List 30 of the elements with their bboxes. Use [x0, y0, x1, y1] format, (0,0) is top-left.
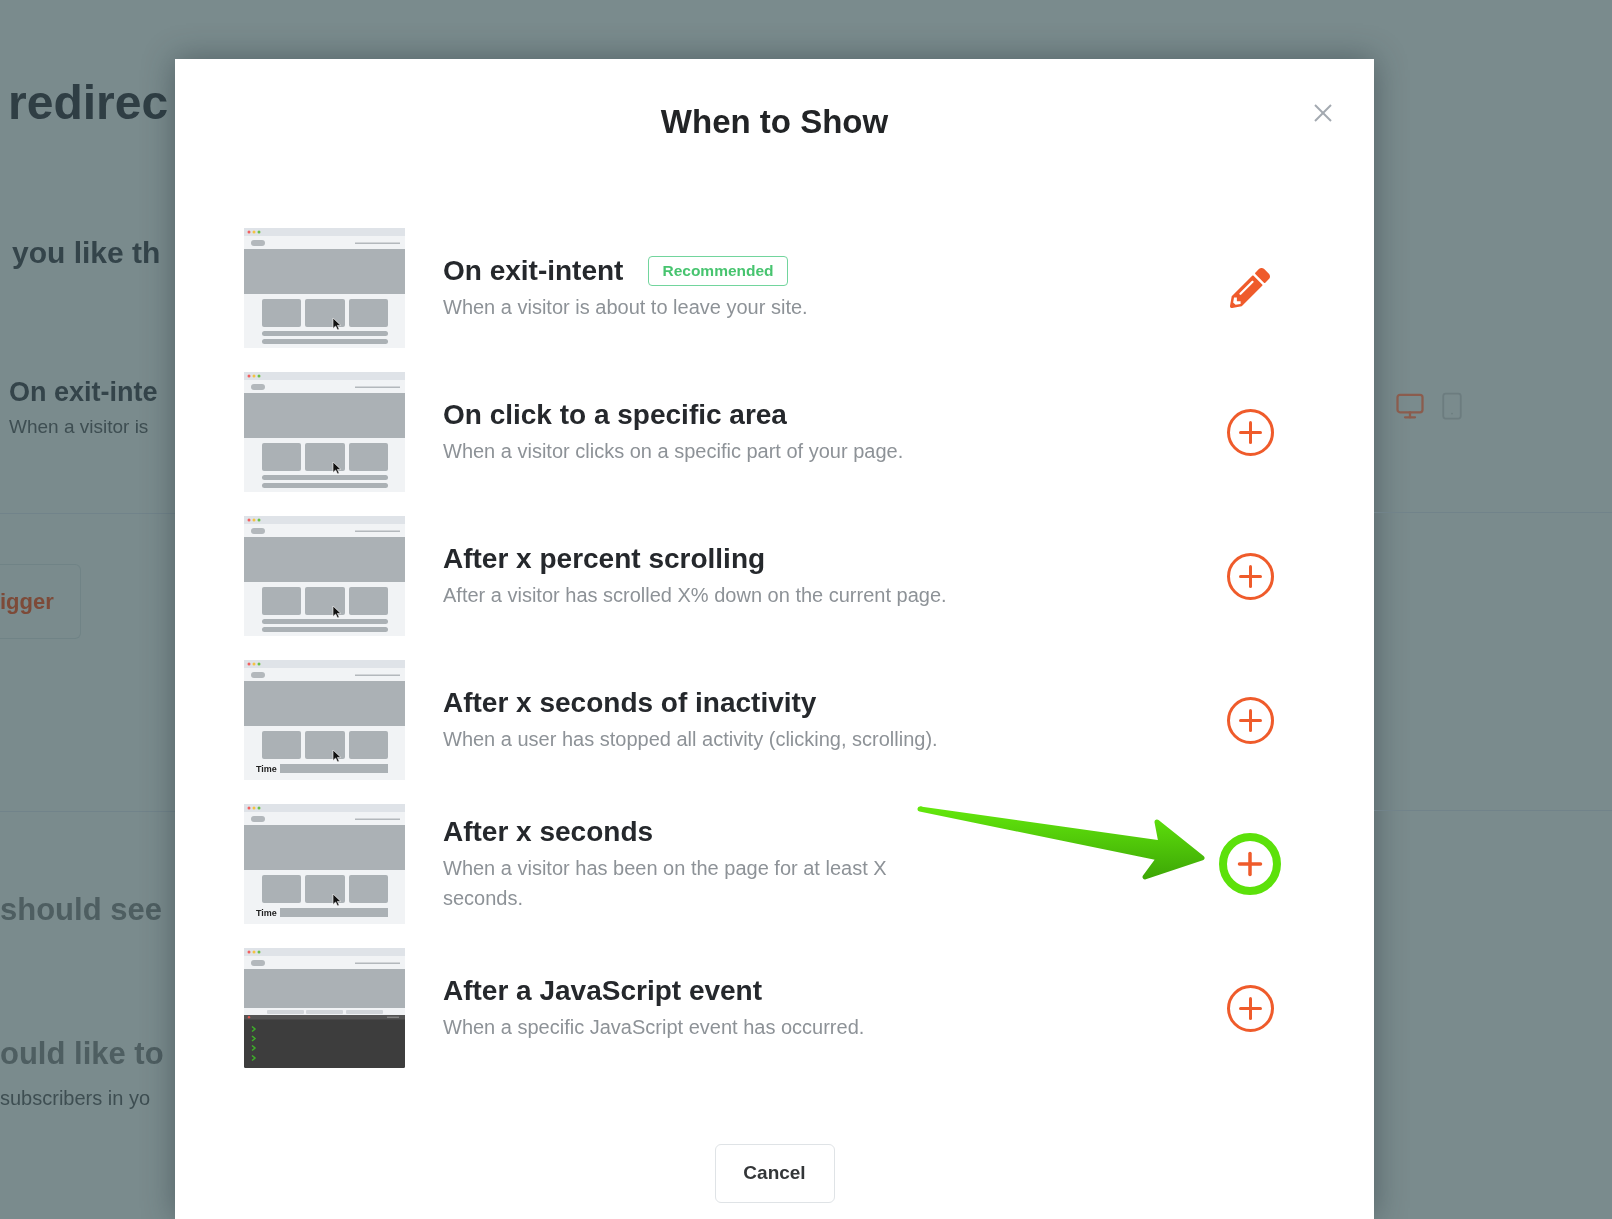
- page-heading: redirec: [7, 75, 170, 131]
- time-label: Time: [256, 764, 277, 774]
- option-description: When a user has stopped all activity (clicking, scrolling).: [443, 727, 939, 752]
- recommended-tag: Recommended: [648, 256, 788, 286]
- option-title: After a JavaScript event: [443, 974, 763, 1008]
- close-button[interactable]: [1314, 104, 1332, 122]
- add-button[interactable]: [1226, 696, 1274, 744]
- option-title: On exit-intent: [443, 254, 624, 288]
- option-title: After x seconds: [443, 815, 654, 849]
- edit-button[interactable]: [1230, 268, 1270, 308]
- dialog-title: When to Show: [660, 102, 889, 142]
- section-description: subscribers in yo: [0, 1086, 152, 1110]
- desktop-toggle[interactable]: [1395, 391, 1425, 421]
- cancel-button[interactable]: Cancel: [714, 1144, 835, 1203]
- option-title: After x percent scrolling: [443, 542, 766, 576]
- option-title: On click to a specific area: [443, 398, 787, 432]
- option-description: When a specific JavaScript event has occurred.: [443, 1015, 866, 1040]
- option-description: When a visitor has been on the page for at least X seconds.: [443, 856, 888, 911]
- option-title: After x seconds of inactivity: [443, 686, 817, 720]
- add-button[interactable]: [1226, 552, 1274, 600]
- question-text: you like th: [11, 235, 162, 271]
- option-description: When a visitor is about to leave your site.: [443, 295, 809, 320]
- time-label: Time: [256, 908, 277, 918]
- option-description: When a visitor clicks on a specific part of your page.: [443, 439, 905, 464]
- add-button[interactable]: [1226, 984, 1274, 1032]
- add-button[interactable]: [1219, 833, 1281, 895]
- trigger-title: On exit-inte: [8, 376, 159, 408]
- option-description: After a visitor has scrolled X% down on the current page.: [443, 583, 948, 608]
- add-button[interactable]: [1226, 408, 1274, 456]
- trigger-description: When a visitor is: [8, 415, 150, 439]
